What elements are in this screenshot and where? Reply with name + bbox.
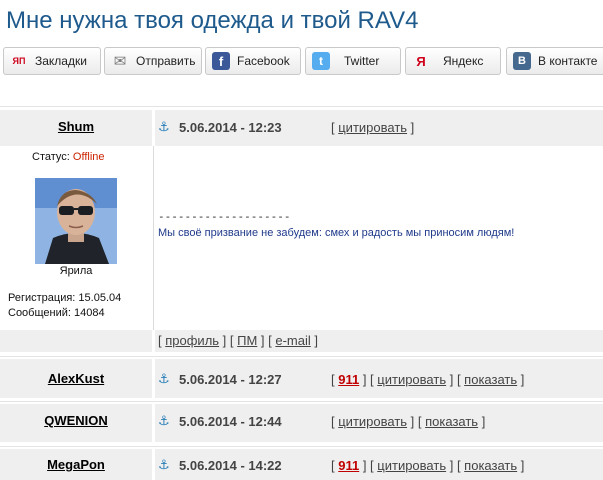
share-send-button[interactable]: ✉ Отправить (104, 47, 202, 75)
quote-link[interactable]: цитировать (338, 414, 407, 429)
share-label: Отправить (136, 54, 196, 68)
profile-link[interactable]: профиль (165, 333, 219, 348)
post-actions: [ цитировать ] (331, 120, 415, 135)
signature-separator: -------------------- (158, 210, 291, 223)
posts-count-row: Сообщений: 14084 (8, 307, 105, 319)
envelope-icon: ✉ (113, 53, 127, 70)
post-actions: [ цитировать ] [ показать ] (331, 414, 486, 429)
post-author-link[interactable]: MegaPon (0, 457, 152, 472)
status-value: Offline (72, 151, 105, 163)
share-label: Закладки (35, 54, 87, 68)
show-link[interactable]: показать (464, 372, 517, 387)
avatar-caption: Ярила (59, 265, 93, 277)
yandex-bookmarks-icon: ЯП (12, 56, 26, 66)
post-date: 5.06.2014 - 12:23 (179, 120, 282, 135)
quote-link[interactable]: цитировать (338, 120, 407, 135)
email-link[interactable]: e-mail (275, 333, 310, 348)
quote-link[interactable]: цитировать (377, 372, 446, 387)
share-label: Яндекс (443, 54, 484, 68)
post-footer-links: [ профиль ] [ ПМ ] [ e-mail ] (158, 333, 319, 348)
share-vk-button[interactable]: B В контакте (506, 47, 603, 75)
anchor-icon[interactable]: ⚓ (158, 371, 170, 387)
registration-row: Регистрация: 15.05.04 (8, 292, 121, 304)
share-label: Twitter (344, 54, 380, 68)
status-label: Статус: (32, 151, 70, 163)
post-date: 5.06.2014 - 12:27 (179, 372, 282, 387)
page-title: Мне нужна твоя одежда и твой RAV4 (6, 7, 419, 34)
twitter-icon: t (312, 52, 330, 70)
signature-text: Мы своё призвание не забудем: смех и рад… (158, 227, 515, 239)
pm-link[interactable]: ПМ (237, 333, 257, 348)
facebook-icon: f (212, 52, 230, 70)
share-yandex-button[interactable]: Я Яндекс (405, 47, 501, 75)
show-link[interactable]: показать (425, 414, 478, 429)
anchor-icon[interactable]: ⚓ (158, 413, 170, 429)
show-link[interactable]: показать (464, 458, 517, 473)
share-label: В контакте (538, 54, 598, 68)
registration-label: Регистрация: (8, 292, 76, 304)
badge-911-link[interactable]: 911 (338, 372, 359, 387)
post-author-link[interactable]: AlexKust (0, 371, 152, 386)
vk-icon: B (513, 52, 531, 70)
share-label: Facebook (237, 54, 290, 68)
share-twitter-button[interactable]: t Twitter (305, 47, 401, 75)
posts-count-value: 14084 (74, 307, 105, 319)
post-date: 5.06.2014 - 14:22 (179, 458, 282, 473)
badge-911-link[interactable]: 911 (338, 458, 359, 473)
post-actions: [ 911 ] [ цитировать ] [ показать ] (331, 458, 525, 473)
share-bookmarks-button[interactable]: ЯП Закладки (3, 47, 101, 75)
post-date: 5.06.2014 - 12:44 (179, 414, 282, 429)
post-author-link[interactable]: QWENION (0, 413, 152, 428)
posts-count-label: Сообщений: (8, 307, 71, 319)
post-actions: [ 911 ] [ цитировать ] [ показать ] (331, 372, 525, 387)
share-facebook-button[interactable]: f Facebook (205, 47, 301, 75)
post-author-link[interactable]: Shum (0, 119, 152, 134)
avatar[interactable] (35, 178, 117, 264)
anchor-icon[interactable]: ⚓ (158, 457, 170, 473)
status-row: Статус: Offline (32, 151, 105, 163)
yandex-icon: Я (416, 53, 426, 69)
registration-value: 15.05.04 (78, 292, 122, 304)
quote-link[interactable]: цитировать (377, 458, 446, 473)
anchor-icon[interactable]: ⚓ (158, 119, 170, 135)
